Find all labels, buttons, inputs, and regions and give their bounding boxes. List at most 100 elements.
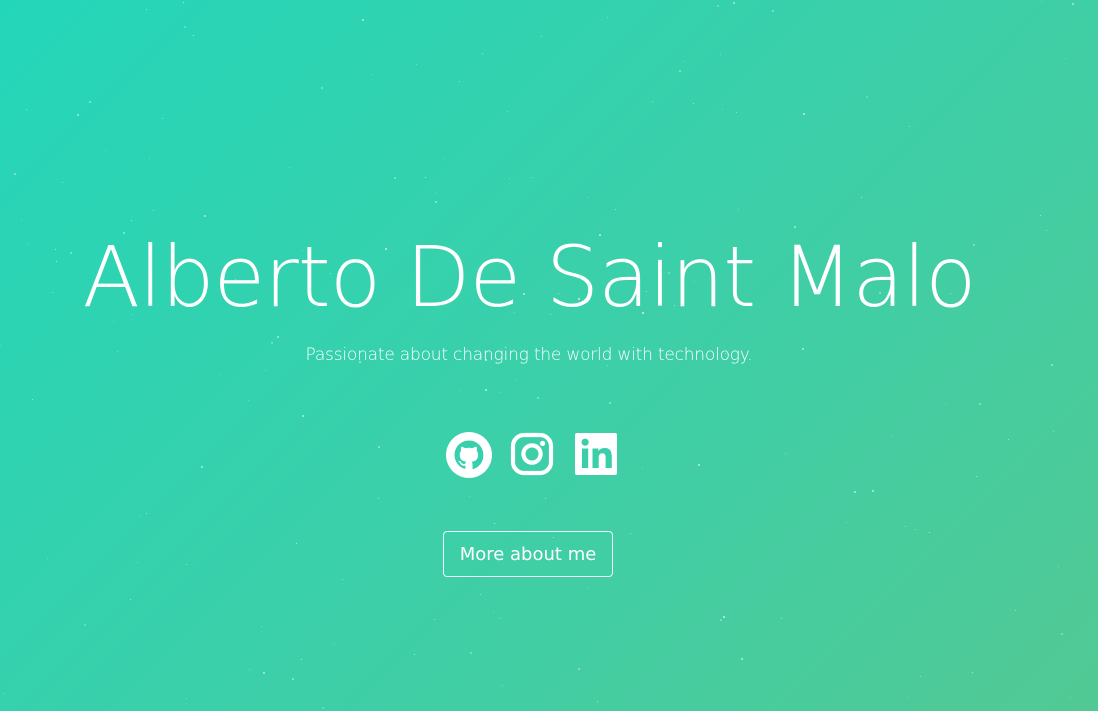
star-dot	[642, 468, 643, 469]
star-dot	[130, 599, 131, 600]
social-links	[446, 432, 620, 478]
star-dot	[615, 209, 616, 210]
star-dot	[378, 446, 380, 448]
star-dot	[531, 177, 532, 178]
star-dot	[537, 397, 539, 399]
star-dot	[485, 389, 487, 391]
star-dot	[500, 392, 501, 393]
star-dot	[292, 678, 294, 680]
star-dot	[1053, 431, 1054, 432]
star-dot	[434, 619, 435, 620]
star-dot	[781, 618, 782, 619]
star-dot	[193, 35, 194, 36]
star-dot	[62, 182, 63, 183]
instagram-link[interactable]	[510, 432, 556, 478]
star-dot	[84, 624, 86, 626]
star-dot	[153, 210, 154, 211]
star-dot	[249, 669, 250, 670]
star-dot	[482, 53, 483, 54]
star-dot	[372, 74, 373, 75]
star-dot	[146, 9, 147, 10]
star-dot	[545, 498, 546, 499]
star-dot	[972, 672, 973, 673]
github-link[interactable]	[446, 432, 492, 478]
star-dot	[322, 707, 324, 709]
star-dot	[47, 558, 48, 559]
star-dot	[248, 400, 249, 401]
star-dot	[394, 177, 396, 179]
star-dot	[436, 192, 437, 193]
star-dot	[1008, 439, 1009, 440]
star-dot	[846, 522, 847, 523]
star-dot	[1058, 566, 1059, 567]
more-about-me-button[interactable]: More about me	[443, 531, 613, 577]
star-dot	[470, 652, 472, 654]
star-dot	[861, 197, 862, 198]
star-dot	[14, 173, 16, 175]
star-dot	[289, 167, 290, 168]
star-dot	[679, 70, 681, 72]
star-dot	[265, 370, 266, 371]
star-dot	[872, 490, 874, 492]
star-dot	[261, 626, 262, 627]
star-dot	[597, 701, 598, 702]
star-dot	[516, 379, 517, 380]
star-dot	[493, 612, 494, 613]
star-dot	[733, 2, 735, 4]
star-dot	[146, 513, 147, 514]
star-dot	[803, 113, 805, 115]
star-dot	[720, 54, 721, 55]
star-dot	[459, 390, 460, 391]
star-dot	[738, 209, 739, 210]
star-dot	[630, 533, 631, 534]
star-dot	[652, 101, 653, 102]
star-dot	[277, 336, 279, 338]
hero-subtitle: Passionate about changing the world with…	[305, 345, 753, 365]
star-dot	[184, 26, 186, 28]
star-dot	[866, 96, 868, 98]
star-dot	[342, 579, 343, 580]
star-dot	[425, 177, 426, 178]
star-dot	[302, 415, 304, 417]
star-dot	[607, 17, 608, 18]
star-dot	[905, 526, 906, 527]
star-dot	[909, 126, 910, 127]
star-dot	[137, 562, 138, 563]
star-dot	[201, 466, 203, 468]
star-dot	[720, 619, 722, 621]
star-dot	[186, 564, 187, 565]
star-dot	[502, 685, 503, 686]
star-dot	[4, 693, 5, 694]
star-dot	[588, 588, 589, 589]
star-dot	[105, 150, 106, 151]
star-dot	[435, 201, 437, 203]
star-dot	[334, 643, 335, 644]
star-dot	[204, 215, 206, 217]
star-dot	[979, 403, 981, 405]
star-dot	[21, 219, 22, 220]
star-dot	[717, 5, 719, 7]
star-dot	[26, 109, 27, 110]
star-dot	[915, 529, 916, 530]
star-dot	[772, 10, 774, 12]
page-title: Alberto De Saint Malo	[82, 228, 976, 326]
star-dot	[1072, 3, 1074, 5]
star-dot	[219, 374, 220, 375]
star-dot	[378, 498, 379, 499]
github-icon	[446, 432, 492, 478]
star-dot	[131, 220, 132, 221]
linkedin-link[interactable]	[574, 432, 620, 478]
star-dot	[139, 516, 140, 517]
star-dot	[693, 103, 694, 104]
star-dot	[362, 19, 364, 21]
star-dot	[736, 112, 737, 113]
star-dot	[892, 435, 893, 436]
star-dot	[149, 158, 150, 159]
star-dot	[854, 491, 856, 493]
star-dot	[480, 594, 481, 595]
linkedin-icon	[575, 433, 617, 475]
star-dot	[414, 654, 415, 655]
hero-section: Alberto De Saint Malo Passionate about c…	[0, 0, 1098, 711]
star-dot	[945, 403, 946, 404]
star-dot	[609, 402, 611, 404]
